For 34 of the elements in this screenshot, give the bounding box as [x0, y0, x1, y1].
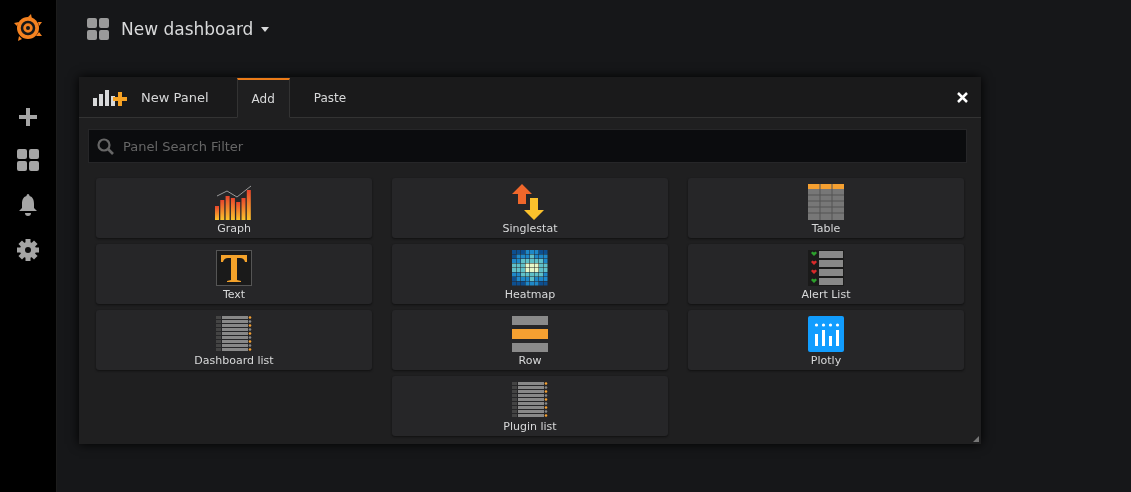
panel-type-tile[interactable]: Alert List	[688, 244, 964, 304]
resize-handle-icon[interactable]	[973, 436, 979, 442]
logo-icon[interactable]	[14, 14, 42, 42]
panel-type-tile[interactable]: Plugin list	[392, 376, 668, 436]
search-field[interactable]: Panel Search Filter	[88, 129, 967, 163]
table-icon	[808, 184, 844, 220]
bell-icon[interactable]	[18, 194, 38, 216]
panel-tab[interactable]: Paste	[299, 78, 361, 118]
list-icon	[512, 382, 548, 418]
settings-icon[interactable]	[17, 239, 39, 261]
panel-add-icon	[93, 88, 127, 106]
close-icon[interactable]	[957, 91, 968, 103]
heatmap-icon	[512, 250, 548, 286]
letter-t-icon	[216, 250, 252, 286]
dashboards-icon	[87, 18, 109, 40]
list-icon	[216, 316, 252, 352]
panel-type-tile[interactable]: Table	[688, 178, 964, 238]
panel-type-tile[interactable]: Text	[96, 244, 372, 304]
panel-type-tile[interactable]: Singlestat	[392, 178, 668, 238]
plotly-icon	[808, 316, 844, 352]
alert-list-icon	[808, 250, 844, 286]
caret-icon	[261, 26, 270, 32]
panel-tab[interactable]: Add	[236, 78, 290, 118]
dashboards-icon[interactable]	[17, 149, 39, 171]
panel-title: New Panel	[141, 89, 209, 105]
row-icon	[512, 316, 548, 352]
panel-type-tile[interactable]: Row	[392, 310, 668, 370]
bar-chart-icon	[215, 184, 253, 220]
panel-type-tile[interactable]: Heatmap	[392, 244, 668, 304]
plus-icon[interactable]	[19, 108, 37, 126]
panel-type-tile[interactable]: Dashboard list	[96, 310, 372, 370]
dashboard-title-dropdown[interactable]: New dashboard	[121, 19, 270, 39]
panel-type-tile[interactable]: Graph	[96, 178, 372, 238]
panel-type-tile[interactable]: Plotly	[688, 310, 964, 370]
